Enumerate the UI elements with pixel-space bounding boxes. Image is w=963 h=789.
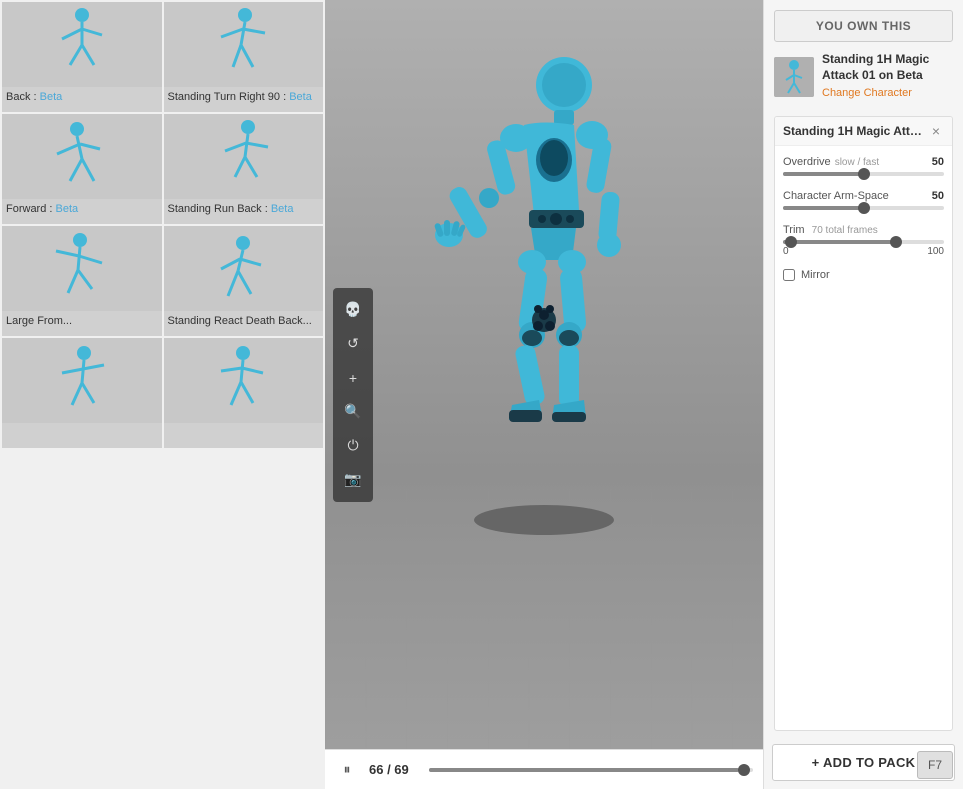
list-item[interactable]: Standing React Death Back... xyxy=(164,226,324,336)
skull-button[interactable]: 💀 xyxy=(339,296,367,324)
trim-fill xyxy=(783,240,896,244)
animation-list-panel: Back : Beta Standing Turn Right 90 : Bet… xyxy=(0,0,325,789)
reset-button[interactable]: ↺ xyxy=(339,330,367,358)
animation-panel-header: Standing 1H Magic Attac... × xyxy=(775,117,952,146)
zoom-button[interactable]: 🔍 xyxy=(339,398,367,426)
list-item[interactable]: Back : Beta xyxy=(2,2,162,112)
mirror-group: Mirror xyxy=(783,269,944,281)
animation-grid: Back : Beta Standing Turn Right 90 : Bet… xyxy=(0,0,325,450)
arm-space-group: Character Arm-Space 50 xyxy=(783,190,944,212)
list-item[interactable]: Forward : Beta xyxy=(2,114,162,224)
mirror-label: Mirror xyxy=(801,269,830,281)
arm-space-label: Character Arm-Space 50 xyxy=(783,190,944,202)
animation-preview xyxy=(2,226,162,311)
3d-viewport[interactable]: 💀 ↺ + 🔍 ⏻ 📷 ⏸ 66 / 69 xyxy=(325,0,763,789)
overdrive-slider[interactable] xyxy=(783,172,944,176)
list-item[interactable]: Standing Turn Right 90 : Beta xyxy=(164,2,324,112)
asset-thumbnail xyxy=(774,57,814,97)
animation-label: Standing Turn Right 90 : Beta xyxy=(164,87,324,107)
animation-panel: Standing 1H Magic Attac... × Overdrive s… xyxy=(774,116,953,731)
asset-title: Standing 1H Magic Attack 01 on Beta xyxy=(822,52,953,83)
power-button[interactable]: ⏻ xyxy=(339,432,367,460)
animation-label: Back : Beta xyxy=(2,87,162,107)
animation-preview xyxy=(2,2,162,87)
f7-button[interactable]: F7 xyxy=(917,751,953,779)
animation-preview xyxy=(164,114,324,199)
arm-space-handle[interactable] xyxy=(858,202,870,214)
trim-group: Trim 70 total frames 0 100 xyxy=(783,224,944,257)
right-panel: YOU OWN THIS Standing 1H Magic Attack 01… xyxy=(763,0,963,789)
animation-preview xyxy=(164,338,324,423)
animation-preview xyxy=(2,338,162,423)
trim-handle-left[interactable] xyxy=(785,236,797,248)
animation-panel-body: Overdrive slow / fast 50 Character Arm-S… xyxy=(775,146,952,291)
character-3d xyxy=(404,30,684,550)
frame-counter: 66 / 69 xyxy=(369,762,419,777)
overdrive-fill xyxy=(783,172,864,176)
pause-button[interactable]: ⏸ xyxy=(335,758,359,782)
list-item[interactable] xyxy=(2,338,162,448)
viewport-toolbar: 💀 ↺ + 🔍 ⏻ 📷 xyxy=(333,288,373,502)
progress-bar[interactable] xyxy=(429,768,753,772)
camera-button[interactable]: 📷 xyxy=(339,466,367,494)
asset-meta: Standing 1H Magic Attack 01 on Beta Chan… xyxy=(822,52,953,101)
add-button[interactable]: + xyxy=(339,364,367,392)
playback-bar: ⏸ 66 / 69 xyxy=(325,749,763,789)
list-item[interactable] xyxy=(164,338,324,448)
trim-slider[interactable] xyxy=(783,240,944,244)
animation-label: Large From... xyxy=(2,311,162,331)
animation-label xyxy=(164,423,324,429)
animation-panel-title: Standing 1H Magic Attac... xyxy=(783,124,928,138)
list-item[interactable]: Large From... xyxy=(2,226,162,336)
progress-fill xyxy=(429,768,739,772)
progress-handle[interactable] xyxy=(738,764,750,776)
overdrive-group: Overdrive slow / fast 50 xyxy=(783,156,944,178)
animation-label: Standing React Death Back... xyxy=(164,311,324,331)
trim-handle-right[interactable] xyxy=(890,236,902,248)
trim-label: Trim 70 total frames xyxy=(783,224,944,236)
animation-label xyxy=(2,423,162,429)
animation-preview xyxy=(2,114,162,199)
arm-space-slider[interactable] xyxy=(783,206,944,210)
animation-preview xyxy=(164,2,324,87)
animation-preview xyxy=(164,226,324,311)
arm-space-fill xyxy=(783,206,864,210)
animation-panel-close[interactable]: × xyxy=(928,123,944,139)
animation-label: Standing Run Back : Beta xyxy=(164,199,324,219)
change-character-link[interactable]: Change Character xyxy=(822,87,912,99)
you-own-button[interactable]: YOU OWN THIS xyxy=(774,10,953,42)
mirror-checkbox[interactable] xyxy=(783,269,795,281)
animation-label: Forward : Beta xyxy=(2,199,162,219)
overdrive-label: Overdrive slow / fast 50 xyxy=(783,156,944,168)
trim-values: 0 100 xyxy=(783,246,944,257)
overdrive-handle[interactable] xyxy=(858,168,870,180)
list-item[interactable]: Standing Run Back : Beta xyxy=(164,114,324,224)
asset-info: Standing 1H Magic Attack 01 on Beta Chan… xyxy=(774,52,953,101)
